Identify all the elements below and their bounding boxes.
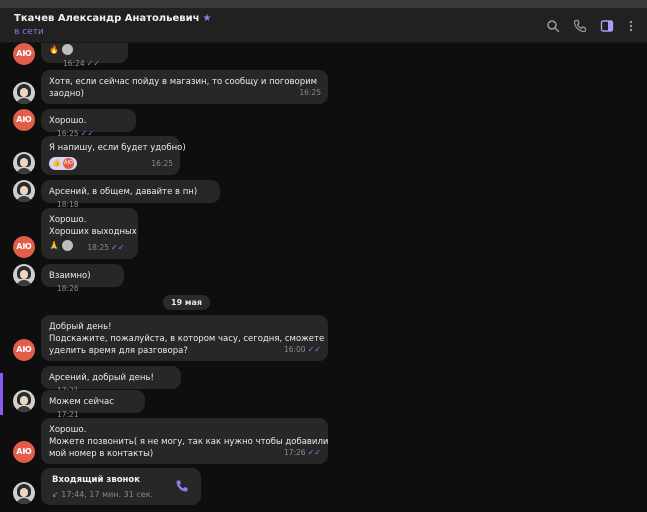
avatar[interactable]: АЮ [13, 441, 35, 463]
fire-reaction[interactable]: 🔥 [49, 45, 59, 54]
avatar[interactable]: АЮ [13, 236, 35, 258]
message-bubble[interactable]: Можем сейчас 17:21 [41, 390, 145, 419]
avatar[interactable] [13, 152, 35, 174]
reactor-avatar: АЮ [62, 157, 74, 169]
search-icon[interactable] [546, 19, 560, 33]
call-title: Входящий звонок [52, 475, 141, 485]
message-bubble[interactable]: Добрый день! Подскажите, пожалуйста, в к… [41, 315, 328, 361]
avatar[interactable] [13, 390, 35, 412]
read-ticks-icon: ✓✓ [86, 58, 101, 68]
call-bubble[interactable]: Входящий звонок ↙ 17:44, 17 мин. 31 сек. [41, 468, 201, 505]
like-reaction[interactable]: 👍 АЮ [49, 157, 77, 170]
message-text: Арсений, в общем, давайте в пн) [49, 187, 198, 197]
message-time: 17:26 [283, 448, 306, 457]
window-top-frame [0, 0, 647, 8]
message-time: 16:00 [283, 345, 306, 354]
read-ticks-icon: ✓✓ [111, 242, 125, 252]
contact-name[interactable]: Ткачев Александр Анатольевич ★ [14, 13, 211, 24]
message-text: уделить время для разговора? [49, 346, 188, 356]
incoming-arrow-icon: ↙ [52, 490, 59, 499]
message-text: Арсений, добрый день! [49, 373, 154, 383]
avatar[interactable]: АЮ [13, 43, 35, 65]
avatar[interactable]: АЮ [13, 109, 35, 131]
star-icon: ★ [202, 13, 212, 24]
message-bubble[interactable]: Взаимно) 18:26 [41, 264, 124, 293]
message-text: Хорошо. [49, 425, 87, 435]
reactor-avatar [61, 240, 73, 251]
avatar[interactable] [13, 180, 35, 202]
message-text: Взаимно) [49, 271, 91, 281]
avatar[interactable]: АЮ [13, 339, 35, 361]
message-bubble[interactable]: Арсений, добрый день! 17:21 [41, 366, 181, 395]
message-time: 16:24 [63, 58, 85, 68]
message-text: мой номер в контакты) [49, 449, 154, 459]
message-text: Хорошо. [49, 215, 87, 225]
read-ticks-icon: ✓✓ [307, 345, 321, 354]
avatar[interactable] [13, 482, 35, 504]
message-text: Хороших выходных [49, 227, 137, 237]
message-time: 16:25 [151, 159, 173, 168]
sidebar-toggle-icon[interactable] [600, 19, 614, 33]
message-bubble[interactable]: Арсений, в общем, давайте в пн) 18:18 [41, 180, 220, 209]
message-text: Можем сейчас [49, 397, 114, 407]
reactions[interactable]: 🙏 [49, 240, 73, 252]
message-text: Я напишу, если будет удобно) [49, 143, 186, 153]
online-status: в сети [14, 27, 44, 37]
message-bubble[interactable]: Я напишу, если будет удобно) 👍 АЮ 16:25 [41, 136, 186, 175]
message-text: Хотя, если сейчас пойду в магазин, то со… [49, 77, 318, 87]
message-time: 16:25 [299, 88, 321, 97]
message-time: 18:25 [87, 242, 109, 252]
message-bubble[interactable]: Хорошо. 16:25 ✓✓ [41, 109, 136, 138]
message-bubble[interactable]: Хорошо. Хороших выходных 🙏 18:25 ✓✓ [41, 208, 138, 259]
message-text: заодно) [49, 89, 84, 99]
pray-reaction[interactable]: 🙏 [49, 241, 59, 250]
message-text: Можете позвонить( я не могу, так как нуж… [49, 437, 329, 447]
reactor-avatar [61, 44, 73, 55]
avatar[interactable] [13, 264, 35, 286]
message-text: Добрый день! [49, 322, 112, 332]
read-ticks-icon: ✓✓ [307, 448, 321, 457]
call-details: 17:44, 17 мин. 31 сек. [61, 490, 154, 499]
call-back-phone-icon[interactable] [175, 479, 189, 493]
message-bubble[interactable]: 🔥 16:24 ✓✓ [41, 43, 128, 68]
message-bubble[interactable]: Хотя, если сейчас пойду в магазин, то со… [41, 70, 328, 104]
message-text: Подскажите, пожалуйста, в котором часу, … [49, 334, 325, 344]
message-time: 18:26 [57, 284, 79, 293]
chat-header: Ткачев Александр Анатольевич ★ в сети [0, 8, 647, 43]
message-text: Хорошо. [49, 116, 87, 126]
message-list[interactable]: АЮ 🔥 16:24 ✓✓ Хотя, если сейчас пойду в м… [0, 43, 647, 512]
more-vert-icon[interactable] [624, 19, 638, 33]
phone-icon[interactable] [573, 19, 587, 33]
date-separator: 19 мая [163, 295, 210, 310]
avatar[interactable] [13, 82, 35, 104]
message-bubble[interactable]: Хорошо. Можете позвонить( я не могу, так… [41, 418, 328, 464]
reactions[interactable]: 🔥 [49, 44, 73, 56]
selection-indicator [0, 373, 3, 415]
